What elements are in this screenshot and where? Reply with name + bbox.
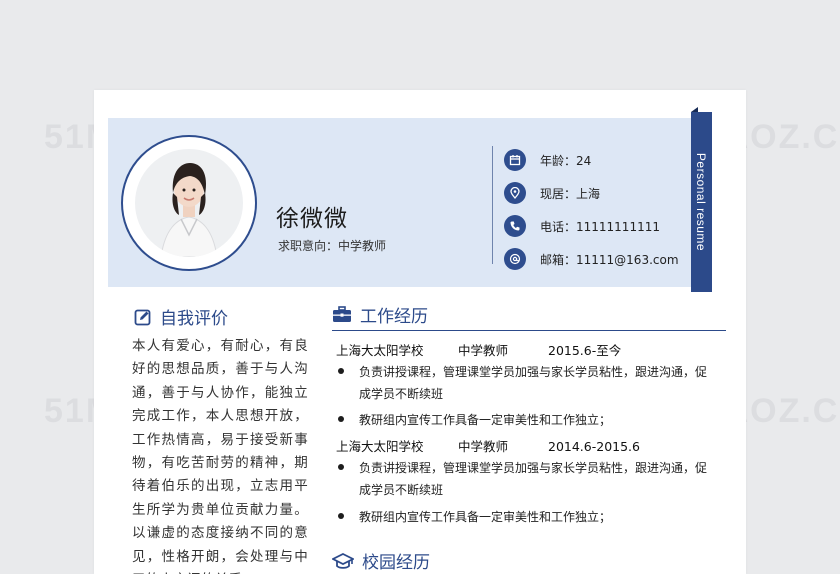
work-bullet: 教研组内宣传工作具备一定审美性和工作独立； xyxy=(338,506,718,528)
section-rule xyxy=(332,330,726,331)
period: 2015.6-至今 xyxy=(548,343,622,358)
school-name: 上海大太阳学校 xyxy=(336,343,424,358)
calendar-icon xyxy=(504,149,526,171)
avatar xyxy=(135,149,243,257)
work-experience-heading: 工作经历 xyxy=(332,302,428,327)
tab-label: Personal resume xyxy=(694,152,709,252)
info-phone-text: 电话：11111111111 xyxy=(540,219,660,234)
bullet-text: 教研组内宣传工作具备一定审美性和工作独立； xyxy=(359,510,612,524)
job-intent: 求职意向：中学教师 xyxy=(278,239,387,253)
bullet-dot xyxy=(338,464,344,470)
phone-icon xyxy=(504,215,526,237)
bullet-text: 负责讲授课程，管理课堂学员加强与家长学员粘性，跟进沟通，促成学员不断续班 xyxy=(359,365,708,401)
bullet-dot xyxy=(338,513,344,519)
briefcase-icon xyxy=(333,306,351,322)
info-phone: 电话：11111111111 xyxy=(504,214,660,238)
bullet-dot xyxy=(338,368,344,374)
divider xyxy=(492,146,493,264)
email-icon xyxy=(504,248,526,270)
campus-experience-title: 校园经历 xyxy=(362,553,430,573)
self-evaluation-text: 本人有爱心，有耐心，有良好的思想品质，善于与人沟通，善于与人协作，能独立完成工作… xyxy=(132,338,308,574)
work-bullet: 负责讲授课程，管理课堂学员加强与家长学员粘性，跟进沟通，促成学员不断续班 xyxy=(338,457,718,501)
position: 中学教师 xyxy=(458,343,509,358)
work-bullet: 教研组内宣传工作具备一定审美性和工作独立； xyxy=(338,409,718,431)
personal-resume-tab: Personal resume xyxy=(691,112,712,292)
bullet-text: 负责讲授课程，管理课堂学员加强与家长学员粘性，跟进沟通，促成学员不断续班 xyxy=(359,461,708,497)
info-email: 邮箱：11111@163.com xyxy=(504,247,679,271)
graduation-cap-icon xyxy=(332,552,354,569)
work-entry-header: 上海大太阳学校 中学教师 2015.6-至今 xyxy=(336,340,621,359)
info-email-text: 邮箱：11111@163.com xyxy=(540,252,679,267)
info-age-text: 年龄：24 xyxy=(540,153,592,168)
bullet-dot xyxy=(338,416,344,422)
candidate-name: 徐微微 xyxy=(276,206,348,232)
info-location: 现居：上海 xyxy=(504,181,600,205)
position: 中学教师 xyxy=(458,439,509,454)
period: 2014.6-2015.6 xyxy=(548,439,640,454)
self-evaluation-title: 自我评价 xyxy=(160,309,228,329)
work-experience-title: 工作经历 xyxy=(360,307,428,327)
work-entry-header: 上海大太阳学校 中学教师 2014.6-2015.6 xyxy=(336,436,640,455)
resume-page: 徐微微 求职意向：中学教师 年龄：24 现居：上海 电话：11111111111… xyxy=(94,90,746,574)
work-bullet: 负责讲授课程，管理课堂学员加强与家长学员粘性，跟进沟通，促成学员不断续班 xyxy=(338,361,718,405)
bullet-text: 教研组内宣传工作具备一定审美性和工作独立； xyxy=(359,413,612,427)
school-name: 上海大太阳学校 xyxy=(336,439,424,454)
edit-icon xyxy=(134,309,151,325)
info-location-text: 现居：上海 xyxy=(540,186,601,201)
info-age: 年龄：24 xyxy=(504,148,591,172)
campus-experience-heading: 校园经历 xyxy=(332,548,430,573)
location-pin-icon xyxy=(504,182,526,204)
avatar-frame xyxy=(121,135,257,271)
self-evaluation-heading: 自我评价 xyxy=(134,304,228,329)
